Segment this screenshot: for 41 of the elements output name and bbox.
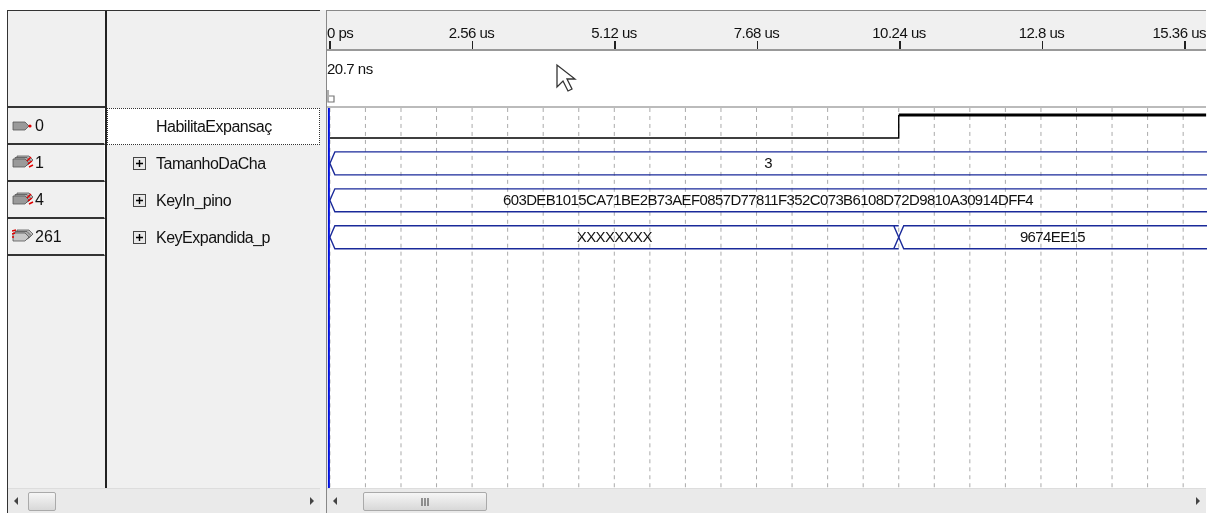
time-label: 0 ps — [327, 23, 354, 43]
signal-name: TamanhoDaCha — [156, 153, 266, 174]
scroll-left-icon[interactable] — [12, 496, 20, 506]
mouse-pointer-icon — [555, 62, 577, 93]
signal-name: KeyExpandida_p — [156, 227, 270, 248]
bus-value: 3 — [764, 154, 772, 172]
scrollbar-thumb[interactable] — [363, 492, 487, 512]
time-label: 15.36 us — [1152, 23, 1206, 43]
bus-value: 603DEB1015CA71BE2B73AEF0857D77811F352C073B6108D72D9810A30914DFF4 — [503, 191, 1033, 209]
horizontal-scrollbar[interactable] — [8, 488, 320, 513]
signal-name-row[interactable]: TamanhoDaCha — [107, 145, 320, 182]
scroll-right-icon[interactable] — [308, 496, 316, 506]
signal-name-row[interactable]: HabilitaExpansaç — [107, 108, 320, 145]
time-label: 10.24 us — [872, 23, 926, 43]
time-label: 5.12 us — [591, 23, 637, 43]
scrollbar-thumb[interactable] — [28, 492, 56, 511]
time-label: 12.8 us — [1018, 23, 1065, 43]
signal-name-row[interactable]: KeyIn_pino — [107, 182, 320, 219]
signal-name: KeyIn_pino — [156, 190, 232, 211]
horizontal-scrollbar[interactable] — [327, 488, 1206, 513]
pin-value[interactable]: 261 — [8, 219, 105, 256]
signal-name-row[interactable]: KeyExpandida_p — [107, 219, 320, 256]
expand-icon[interactable] — [133, 157, 146, 170]
signal-name: HabilitaExpansaç — [156, 116, 272, 137]
input-pin-icon — [12, 191, 34, 208]
expand-icon[interactable] — [133, 194, 146, 207]
expand-icon[interactable] — [133, 231, 146, 244]
scroll-left-icon[interactable] — [331, 496, 339, 506]
pin-value[interactable]: 0 — [8, 108, 105, 145]
bus-value: XXXXXXXX — [576, 228, 652, 246]
cursor-time: 20.7 ns — [327, 58, 373, 79]
cursor-handle-icon[interactable] — [327, 88, 335, 103]
pin-value[interactable]: 1 — [8, 145, 105, 182]
time-label: 7.68 us — [733, 23, 780, 43]
grip-icon — [420, 497, 430, 506]
bus-value: 9674EE15 — [1019, 228, 1085, 246]
scroll-right-icon[interactable] — [1194, 496, 1202, 506]
pin-value[interactable]: 4 — [8, 182, 105, 219]
output-pin-icon — [12, 228, 34, 245]
input-pin-icon — [12, 154, 34, 171]
time-label: 2.56 us — [448, 23, 495, 43]
